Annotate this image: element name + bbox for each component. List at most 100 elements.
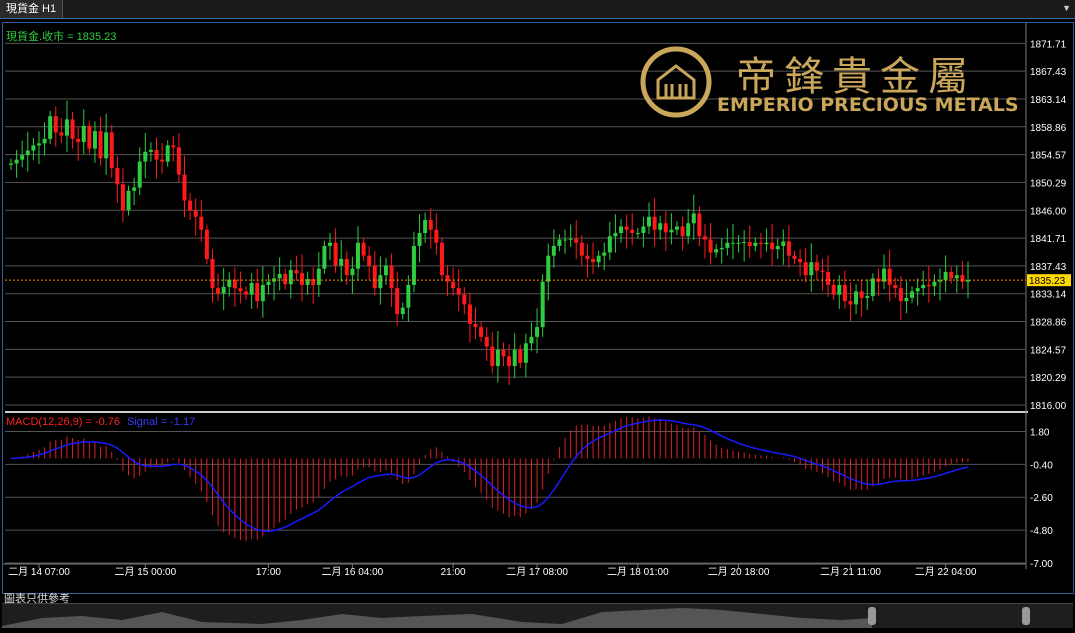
candle-body xyxy=(9,163,13,165)
candle-body xyxy=(910,291,915,298)
price-tick-label: 1816.00 xyxy=(1030,401,1067,412)
x-tick-label: 二月 17 08:00 xyxy=(506,566,568,578)
candle-body xyxy=(154,149,159,160)
candle-body xyxy=(232,279,237,289)
macd-series xyxy=(10,416,969,542)
candle-body xyxy=(210,258,215,289)
candle-body xyxy=(277,273,282,279)
candle-body xyxy=(579,242,584,256)
candle-body xyxy=(770,242,775,250)
price-info-label: 現貨金.收市 = 1835.23 xyxy=(6,31,117,43)
macd-tick-label: -2.60 xyxy=(1030,493,1053,504)
candle-body xyxy=(14,159,19,164)
candle-body xyxy=(42,138,47,144)
x-tick-label: 二月 22 04:00 xyxy=(915,566,977,578)
price-tick-label: 1850.29 xyxy=(1030,178,1067,189)
candle-body xyxy=(59,132,64,136)
candle-body xyxy=(204,229,209,259)
price-tick-label: 1846.00 xyxy=(1030,206,1067,217)
candle-body xyxy=(725,242,730,248)
candle-body xyxy=(758,242,763,245)
candle-body xyxy=(809,262,814,276)
candle-body xyxy=(355,242,360,269)
candle-body xyxy=(148,149,153,152)
candle-body xyxy=(674,226,679,230)
candle-body xyxy=(635,232,640,234)
x-tick-label: 21:00 xyxy=(441,567,466,578)
tab-menu-icon[interactable]: ▼ xyxy=(1062,3,1071,13)
candle-body xyxy=(400,307,405,315)
signal-line xyxy=(10,419,969,533)
candle-body xyxy=(64,119,69,136)
candle-body xyxy=(837,284,842,295)
logo-english-name: EMPERIO PRECIOUS METALS xyxy=(717,94,1019,116)
candle-body xyxy=(383,265,388,276)
candle-body xyxy=(406,284,411,308)
candle-body xyxy=(120,184,125,211)
candle-body xyxy=(423,220,428,233)
candle-body xyxy=(176,147,181,175)
candle-body xyxy=(76,138,81,143)
candle-body xyxy=(378,275,383,289)
candle-body xyxy=(523,343,528,363)
candle-body xyxy=(619,226,624,233)
candle-body xyxy=(540,281,545,328)
candle-body xyxy=(137,161,142,188)
candle-body xyxy=(775,245,780,250)
candle-body xyxy=(227,279,232,287)
x-tick-label: 17:00 xyxy=(256,567,281,578)
candle-body xyxy=(613,232,618,237)
candle-body xyxy=(680,226,685,237)
price-tick-label: 1824.57 xyxy=(1030,345,1067,356)
candle-body xyxy=(652,216,657,230)
candle-body xyxy=(943,271,948,281)
candle-body xyxy=(585,255,590,259)
candle-body xyxy=(193,210,198,217)
candle-body xyxy=(602,252,607,256)
candle-body xyxy=(294,269,299,274)
candle-body xyxy=(31,145,36,151)
candle-body xyxy=(87,125,92,149)
price-tick-label: 1854.57 xyxy=(1030,151,1067,162)
macd-tick-label: -4.80 xyxy=(1030,526,1053,537)
candle-body xyxy=(104,132,109,159)
candle-body xyxy=(126,190,131,211)
candle-body xyxy=(260,284,265,302)
candle-body xyxy=(854,291,859,305)
candle-body xyxy=(462,294,467,305)
candle-body xyxy=(607,236,612,253)
candle-body xyxy=(249,282,254,295)
candle-body xyxy=(188,200,193,211)
x-tick-label: 二月 16 04:00 xyxy=(322,566,384,578)
candle-body xyxy=(439,242,444,276)
candle-body xyxy=(915,288,920,292)
candle-body xyxy=(747,242,752,246)
window-titlebar: 現貨金 H1 ▼ xyxy=(0,0,1075,19)
candle-body xyxy=(182,174,187,201)
candle-body xyxy=(115,168,120,185)
candle-body xyxy=(316,268,321,285)
candle-body xyxy=(266,281,271,285)
candle-body xyxy=(736,242,741,244)
candle-body xyxy=(708,239,713,253)
candle-body xyxy=(322,245,327,269)
scroll-handle-left[interactable] xyxy=(868,607,876,625)
candle-body xyxy=(904,297,909,302)
candle-body xyxy=(893,284,898,289)
candle-body xyxy=(411,245,416,285)
candle-body xyxy=(132,187,137,191)
candle-body xyxy=(372,265,377,289)
candle-body xyxy=(92,131,97,149)
candle-body xyxy=(753,242,758,246)
x-tick-label: 二月 14 07:00 xyxy=(8,566,70,578)
candle-body xyxy=(691,213,696,224)
candle-body xyxy=(624,226,629,230)
candle-body xyxy=(490,346,495,367)
price-tick-label: 1858.86 xyxy=(1030,123,1067,134)
scroll-handle-right[interactable] xyxy=(1022,607,1030,625)
candle-body xyxy=(216,288,221,294)
chart-tab[interactable]: 現貨金 H1 xyxy=(0,0,64,18)
candle-body xyxy=(686,223,691,237)
candle-body xyxy=(109,132,114,169)
chart-scrollbar[interactable] xyxy=(2,603,1073,628)
